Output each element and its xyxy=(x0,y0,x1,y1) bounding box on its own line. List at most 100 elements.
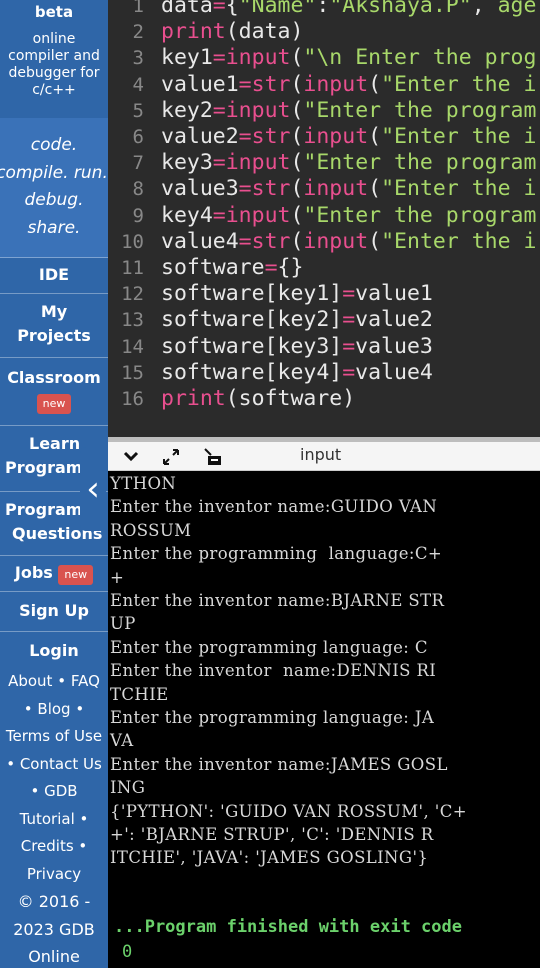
beta-label: beta xyxy=(34,3,74,21)
nav-sign-up[interactable]: Sign Up xyxy=(0,592,108,632)
code-text: print(data) xyxy=(161,19,303,45)
code-token: input xyxy=(225,45,291,71)
brand-desc-3: debugger for xyxy=(8,65,100,81)
motto-1: code. xyxy=(30,135,78,155)
output-console[interactable]: YTHON Enter the inventor name:GUIDO VAN RO… xyxy=(108,471,540,968)
code-token: = xyxy=(212,202,226,228)
blog-link[interactable]: • Blog • xyxy=(0,696,108,724)
console-output-line: ING xyxy=(110,778,146,798)
tutorial-link[interactable]: Tutorial • xyxy=(0,806,108,834)
line-number: 1 xyxy=(132,0,144,17)
code-token: input xyxy=(303,228,369,254)
code-token: "\n Enter the prog xyxy=(303,45,537,71)
brand-desc-1: online xyxy=(32,31,76,47)
code-line: 2 print(data) xyxy=(108,19,540,45)
nav-jobs-label: Jobs xyxy=(14,563,53,582)
code-token: input xyxy=(225,202,291,228)
code-text: print(software) xyxy=(161,386,355,412)
privacy-link[interactable]: Privacy xyxy=(0,861,108,889)
code-line: 9 key4=input("Enter the program xyxy=(108,203,540,229)
code-token: = xyxy=(212,150,226,176)
code-token: value3 xyxy=(355,333,433,359)
code-text: key3=input("Enter the program xyxy=(161,150,536,176)
motto-block: code. compile. run. debug. share. xyxy=(0,118,108,258)
program-finished-message: ...Program finished with exit code xyxy=(114,917,462,937)
code-token: software[key1] xyxy=(161,281,343,307)
console-output-line: Enter the programming language: JA xyxy=(110,708,435,727)
code-token: "Enter the program xyxy=(303,97,537,123)
chevron-down-icon[interactable] xyxy=(120,447,142,467)
line-number: 14 xyxy=(121,335,144,358)
console-output-line: Enter the inventor name:GUIDO VAN xyxy=(110,497,438,517)
line-number: 3 xyxy=(132,47,144,70)
code-token: software[key4] xyxy=(161,359,343,385)
expand-icon[interactable] xyxy=(160,447,182,467)
collapse-sidebar-button[interactable]: ‹ xyxy=(80,447,106,531)
nav-my-projects-label-1: My xyxy=(40,302,68,321)
brand-block: beta online compiler and debugger for c/… xyxy=(0,3,108,121)
motto-4: share. xyxy=(27,217,81,238)
code-token: "Akshaya.P" xyxy=(329,0,472,18)
code-token: = xyxy=(238,71,252,97)
code-token: , xyxy=(471,0,498,18)
code-token: data xyxy=(161,0,213,18)
line-number: 16 xyxy=(121,388,144,410)
code-line: 14 software[key3]=value3 xyxy=(108,334,540,360)
code-line: 13 software[key2]=value2 xyxy=(108,307,540,333)
code-token: = xyxy=(238,228,252,254)
line-number: 9 xyxy=(132,204,144,227)
line-number: 15 xyxy=(121,361,144,384)
nav-login[interactable]: Login xyxy=(0,632,108,670)
console-output-line: Enter the inventor name:DENNIS RI xyxy=(110,661,437,681)
brand-desc-2: compiler and xyxy=(8,48,100,64)
code-token: "Name" xyxy=(238,0,317,18)
exit-code-value: 0 xyxy=(122,942,133,962)
console-output-line: YTHON xyxy=(110,474,177,493)
code-token: print xyxy=(161,19,226,45)
footer-links: About • FAQ • Blog • Terms of Use • Cont… xyxy=(0,668,108,968)
contact-link[interactable]: • Contact Us xyxy=(0,751,108,779)
console-output-line: Enter the inventor name:BJARNE STR xyxy=(110,591,445,610)
line-number: 6 xyxy=(132,126,144,148)
console-output-line: Enter the programming language:C+ xyxy=(110,544,443,564)
code-text: software[key4]=value4 xyxy=(161,360,433,386)
code-text: software[key3]=value3 xyxy=(161,334,433,360)
nav-classroom[interactable]: Classroom new xyxy=(0,358,108,426)
about-faq-link[interactable]: About • FAQ xyxy=(0,668,108,696)
code-text: key2=input("Enter the program xyxy=(161,98,536,124)
console-output-line: ROSSUM xyxy=(110,520,192,540)
nav-my-projects[interactable]: My Projects xyxy=(0,294,108,358)
console-output-line: + xyxy=(110,567,125,587)
code-token: : xyxy=(316,0,330,18)
line-number: 13 xyxy=(121,309,144,332)
code-token: = xyxy=(342,359,356,385)
terminal-icon[interactable] xyxy=(202,447,224,467)
code-token: input xyxy=(225,150,291,176)
output-toolbar: input xyxy=(108,442,540,471)
code-token: (software) xyxy=(225,386,356,411)
code-token: ( xyxy=(368,71,382,97)
code-line: 11 software={} xyxy=(108,255,540,281)
nav-ide[interactable]: IDE xyxy=(0,258,108,294)
code-token: "Enter the program xyxy=(303,202,537,228)
nav-jobs[interactable]: Jobs new xyxy=(0,556,108,592)
code-line: 10 value4=str(input("Enter the i xyxy=(108,229,540,255)
credits-link[interactable]: Credits • xyxy=(0,833,108,861)
terms-link[interactable]: Terms of Use xyxy=(0,723,108,751)
motto-2: compile. run. xyxy=(0,162,108,183)
code-token: value4 xyxy=(355,359,433,385)
nav-login-label: Login xyxy=(29,641,79,660)
code-token: {} xyxy=(277,255,304,280)
code-editor[interactable]: 1 data={"Name":"Akshaya.P", age 2 print(dat… xyxy=(108,0,540,437)
code-token: { xyxy=(225,0,239,18)
console-output-line: Enter the inventor name:JAMES GOSL xyxy=(110,754,448,774)
code-token: software[key3] xyxy=(161,333,343,359)
code-line: 16 print(software) xyxy=(108,386,540,412)
code-token: ( xyxy=(368,228,382,254)
gdb-tutorial-link[interactable]: • GDB xyxy=(0,778,108,806)
code-line: 8 value3=str(input("Enter the i xyxy=(108,176,540,202)
copyright-1: © 2016 - xyxy=(17,892,91,911)
code-token: = xyxy=(264,255,278,280)
code-token: = xyxy=(238,176,252,202)
console-output-line: VA xyxy=(110,731,134,751)
